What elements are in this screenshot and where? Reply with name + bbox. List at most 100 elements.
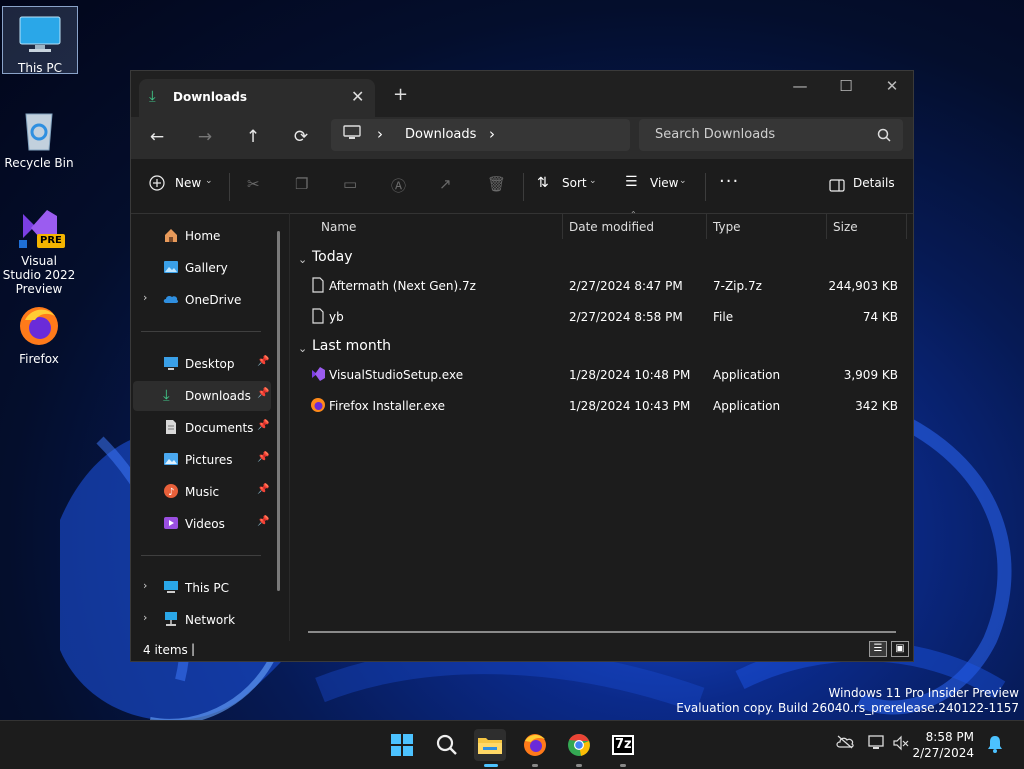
chevron-right-icon[interactable]: › bbox=[143, 579, 147, 592]
pin-icon[interactable]: 📌 bbox=[257, 516, 269, 527]
sidebar-divider bbox=[141, 331, 261, 332]
new-tab-button[interactable]: + bbox=[393, 84, 408, 105]
rename-icon[interactable]: Ⓐ bbox=[391, 175, 406, 196]
sidebar-item-downloads[interactable]: ⤓ Downloads 📌 bbox=[133, 381, 271, 411]
notification-bell-icon[interactable] bbox=[986, 734, 1004, 758]
file-row[interactable]: Firefox Installer.exe 1/28/2024 10:43 PM… bbox=[298, 391, 904, 421]
chevron-right-icon[interactable]: › bbox=[143, 291, 147, 304]
breadcrumb-separator[interactable]: › bbox=[489, 125, 495, 143]
sidebar-item-videos[interactable]: Videos 📌 bbox=[133, 509, 271, 539]
chevron-down-icon: ⌄ bbox=[679, 176, 687, 186]
more-options-button[interactable]: ··· bbox=[719, 171, 739, 192]
preview-badge: PRE bbox=[37, 234, 65, 248]
share-icon[interactable]: ↗ bbox=[439, 175, 452, 193]
desktop-icon bbox=[163, 355, 179, 371]
chevron-right-icon[interactable]: › bbox=[143, 611, 147, 624]
column-divider[interactable] bbox=[906, 213, 907, 239]
group-header-last-month[interactable]: Last month bbox=[312, 338, 391, 354]
group-header-today[interactable]: Today bbox=[312, 249, 353, 265]
address-bar[interactable]: › Downloads › bbox=[331, 119, 630, 151]
chevron-down-icon: ⌄ bbox=[589, 176, 597, 186]
cut-icon[interactable]: ✂ bbox=[247, 175, 260, 193]
text-cursor: | bbox=[191, 642, 196, 656]
column-divider[interactable] bbox=[706, 213, 707, 239]
collapse-group-icon[interactable]: ⌄ bbox=[298, 342, 307, 355]
file-row[interactable]: VisualStudioSetup.exe 1/28/2024 10:48 PM… bbox=[298, 360, 904, 390]
horizontal-scrollbar[interactable] bbox=[308, 631, 896, 633]
search-box[interactable]: Search Downloads bbox=[639, 119, 903, 151]
pin-icon[interactable]: 📌 bbox=[257, 452, 269, 463]
minimize-button[interactable]: — bbox=[777, 77, 823, 95]
file-explorer-icon[interactable] bbox=[474, 729, 506, 761]
breadcrumb-separator[interactable]: › bbox=[377, 125, 383, 143]
maximize-button[interactable]: ☐ bbox=[823, 77, 869, 95]
delete-icon[interactable]: 🗑 bbox=[487, 175, 506, 193]
file-row[interactable]: yb 2/27/2024 8:58 PM File 74 KB bbox=[298, 302, 904, 332]
sidebar-item-onedrive[interactable]: › OneDrive bbox=[133, 285, 271, 315]
sidebar-item-this-pc[interactable]: › This PC bbox=[133, 573, 271, 603]
file-row[interactable]: Aftermath (Next Gen).7z 2/27/2024 8:47 P… bbox=[298, 271, 904, 301]
column-header-type[interactable]: Type bbox=[713, 220, 741, 234]
music-icon: ♪ bbox=[163, 483, 179, 499]
column-divider[interactable] bbox=[826, 213, 827, 239]
column-header-date-modified[interactable]: Date modified bbox=[569, 220, 654, 234]
details-view-toggle[interactable]: ☰ bbox=[869, 641, 887, 657]
file-type: File bbox=[713, 310, 734, 324]
forward-button[interactable]: → bbox=[191, 127, 219, 147]
sidebar-item-label: Desktop bbox=[185, 357, 235, 371]
collapse-group-icon[interactable]: ⌄ bbox=[298, 253, 307, 266]
column-header-name[interactable]: Name bbox=[321, 220, 356, 234]
onedrive-sync-icon[interactable] bbox=[836, 735, 854, 753]
column-header-size[interactable]: Size bbox=[833, 220, 858, 234]
pin-icon[interactable]: 📌 bbox=[257, 388, 269, 399]
tab-downloads[interactable]: ⤓ Downloads ✕ bbox=[139, 79, 375, 117]
pin-icon[interactable]: 📌 bbox=[257, 484, 269, 495]
breadcrumb-current[interactable]: Downloads bbox=[405, 127, 476, 142]
start-icon[interactable] bbox=[386, 729, 418, 761]
column-divider[interactable] bbox=[562, 213, 563, 239]
chrome-icon[interactable] bbox=[563, 729, 595, 761]
tab-label: Downloads bbox=[173, 90, 248, 104]
up-button[interactable]: ↑ bbox=[239, 127, 267, 147]
sidebar-item-desktop[interactable]: Desktop 📌 bbox=[133, 349, 271, 379]
back-button[interactable]: ← bbox=[143, 127, 171, 147]
sidebar-item-label: This PC bbox=[185, 581, 229, 595]
title-bar: ⤓ Downloads ✕ + — ☐ ✕ bbox=[131, 71, 913, 117]
navigation-pane: Home Gallery › OneDrive Desktop 📌 ⤓ Down… bbox=[131, 213, 289, 641]
firefox-icon[interactable] bbox=[519, 729, 551, 761]
sidebar-item-network[interactable]: › Network bbox=[133, 605, 271, 635]
volume-muted-icon[interactable] bbox=[892, 735, 910, 755]
firefox-icon bbox=[17, 304, 61, 348]
search-icon[interactable] bbox=[431, 729, 463, 761]
desktop-icon-recycle-bin[interactable]: Recycle Bin bbox=[2, 102, 76, 170]
view-button[interactable]: ☰ View ⌄ bbox=[625, 173, 695, 199]
copy-icon[interactable]: ❐ bbox=[295, 175, 308, 193]
system-clock[interactable]: 8:58 PM 2/27/2024 bbox=[912, 729, 974, 761]
sidebar-item-home[interactable]: Home bbox=[133, 221, 271, 251]
sidebar-item-pictures[interactable]: Pictures 📌 bbox=[133, 445, 271, 475]
navigation-scrollbar[interactable] bbox=[277, 231, 280, 591]
pin-icon[interactable]: 📌 bbox=[257, 420, 269, 431]
sidebar-item-label: Network bbox=[185, 613, 236, 627]
sidebar-item-documents[interactable]: Documents 📌 bbox=[133, 413, 271, 443]
new-button[interactable]: New ⌄ bbox=[149, 173, 219, 199]
sort-button[interactable]: ⇅ Sort ⌄ bbox=[537, 173, 601, 199]
sidebar-item-label: OneDrive bbox=[185, 293, 242, 307]
refresh-button[interactable]: ⟳ bbox=[287, 127, 315, 147]
firefox-installer-icon bbox=[310, 397, 326, 416]
desktop-icon-label: Visual Studio 2022 Preview bbox=[2, 254, 76, 296]
paste-icon[interactable]: ▭ bbox=[343, 175, 357, 193]
pin-icon[interactable]: 📌 bbox=[257, 356, 269, 367]
close-tab-icon[interactable]: ✕ bbox=[351, 87, 364, 106]
desktop-icon-firefox[interactable]: Firefox bbox=[2, 298, 76, 366]
network-status-icon[interactable] bbox=[868, 735, 886, 755]
desktop-icon-visual-studio[interactable]: PRE Visual Studio 2022 Preview bbox=[2, 200, 76, 296]
details-button[interactable]: Details bbox=[829, 173, 899, 199]
sidebar-item-gallery[interactable]: Gallery bbox=[133, 253, 271, 283]
7zip-icon[interactable]: 7z bbox=[607, 729, 639, 761]
tiles-view-toggle[interactable]: ▣ bbox=[891, 641, 909, 657]
file-date: 1/28/2024 10:48 PM bbox=[569, 368, 691, 382]
close-window-button[interactable]: ✕ bbox=[869, 77, 915, 95]
sidebar-item-music[interactable]: ♪ Music 📌 bbox=[133, 477, 271, 507]
desktop-icon-this-pc[interactable]: This PC bbox=[2, 6, 78, 75]
